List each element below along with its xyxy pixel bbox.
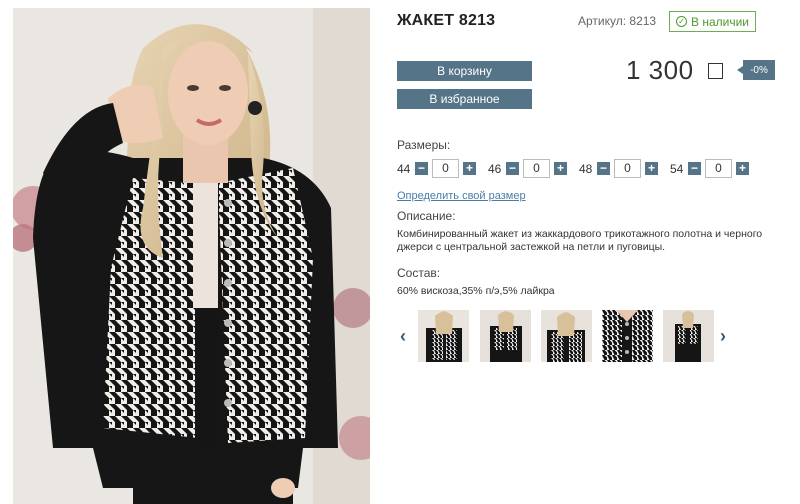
ruble-box-icon: [708, 63, 723, 79]
gallery-thumbnail[interactable]: [663, 310, 714, 362]
discount-badge: -0%: [737, 60, 775, 80]
quantity-input[interactable]: 0: [614, 159, 641, 178]
product-price: 1 300: [626, 55, 694, 85]
gallery-thumbnail[interactable]: [480, 310, 531, 362]
product-sku: Артикул: 8213: [578, 14, 657, 28]
decrease-button[interactable]: −: [506, 162, 519, 175]
check-circle-icon: ✓: [675, 16, 687, 27]
gallery-thumbnail[interactable]: [541, 310, 592, 362]
size-label: 54: [670, 162, 684, 176]
quantity-input[interactable]: 0: [432, 159, 459, 178]
description-label: Описание:: [397, 209, 456, 223]
description-text: Комбинированный жакет из жаккардового тр…: [397, 228, 763, 253]
decrease-button[interactable]: −: [688, 162, 701, 175]
size-guide-link[interactable]: Определить свой размер: [397, 190, 526, 202]
decrease-button[interactable]: −: [415, 162, 428, 175]
increase-button[interactable]: +: [736, 162, 749, 175]
composition-text: 60% вискоза,35% п/э,5% лайкра: [397, 285, 555, 297]
decrease-button[interactable]: −: [597, 162, 610, 175]
chevron-left-icon[interactable]: ‹: [400, 326, 406, 347]
composition-label: Состав:: [397, 266, 441, 280]
product-main-photo[interactable]: [13, 8, 370, 504]
chevron-right-icon[interactable]: ›: [720, 326, 726, 347]
stock-label: В наличии: [690, 14, 749, 29]
quantity-input[interactable]: 0: [705, 159, 732, 178]
size-label: 48: [579, 162, 593, 176]
increase-button[interactable]: +: [463, 162, 476, 175]
gallery-thumbnail[interactable]: [418, 310, 469, 362]
size-label: 44: [397, 162, 411, 176]
add-to-favorites-button[interactable]: В избранное: [397, 89, 532, 109]
increase-button[interactable]: +: [645, 162, 658, 175]
gallery-thumbnail[interactable]: [602, 310, 653, 362]
add-to-cart-button[interactable]: В корзину: [397, 61, 532, 81]
product-title: ЖАКЕТ 8213: [397, 12, 496, 29]
stock-badge: ✓ В наличии: [669, 11, 756, 32]
sizes-label: Размеры:: [397, 138, 451, 152]
increase-button[interactable]: +: [554, 162, 567, 175]
quantity-input[interactable]: 0: [523, 159, 550, 178]
size-label: 46: [488, 162, 502, 176]
